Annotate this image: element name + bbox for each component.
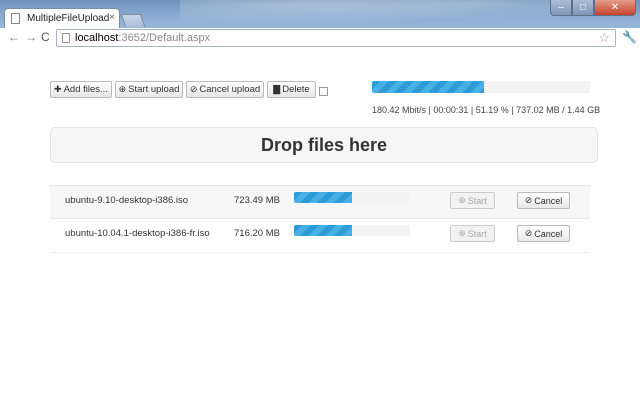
ban-icon: ⊘	[189, 84, 198, 94]
maximize-button[interactable]: □	[572, 0, 594, 16]
window-controls: – □ ✕	[550, 0, 636, 16]
ban-icon: ⊘	[524, 195, 533, 205]
file-start-button[interactable]: ⊕ Start	[450, 225, 495, 242]
browser-toolbar: ← → C localhost:3652/Default.aspx ☆ 🔧	[0, 28, 640, 49]
browser-chrome: MultipleFileUpload × – □ ✕ ← → C localho…	[0, 0, 640, 49]
file-progress-fill	[294, 192, 352, 203]
file-progress-bar	[294, 192, 410, 203]
url-text: localhost:3652/Default.aspx	[75, 32, 211, 44]
plus-icon: ✚	[54, 84, 62, 94]
wrench-icon[interactable]: 🔧	[622, 30, 637, 44]
bookmark-star-icon[interactable]: ☆	[598, 30, 610, 46]
upload-icon: ⊕	[458, 195, 466, 205]
add-files-button[interactable]: ✚ Add files...	[50, 81, 112, 98]
reload-icon[interactable]: C	[41, 30, 50, 44]
ban-icon: ⊘	[524, 228, 533, 238]
start-upload-button[interactable]: ⊕ Start upload	[115, 81, 183, 98]
address-bar[interactable]: localhost:3652/Default.aspx ☆	[56, 29, 616, 47]
file-start-button[interactable]: ⊕ Start	[450, 192, 495, 209]
drop-zone[interactable]: Drop files here	[50, 127, 598, 163]
tab-title: MultipleFileUpload	[27, 13, 110, 24]
delete-button[interactable]: ▇ Delete	[267, 81, 316, 98]
file-size: 716.20 MB	[234, 228, 280, 239]
select-all-checkbox[interactable]	[319, 87, 328, 96]
back-icon[interactable]: ←	[8, 30, 20, 44]
minimize-button[interactable]: –	[550, 0, 572, 16]
new-tab-button[interactable]	[120, 14, 146, 27]
forward-icon[interactable]: →	[25, 30, 37, 44]
file-name: ubuntu-10.04.1-desktop-i386-fr.iso	[65, 228, 210, 239]
file-progress-bar	[294, 225, 410, 236]
file-row: ubuntu-10.04.1-desktop-i386-fr.iso 716.2…	[50, 219, 590, 253]
file-name: ubuntu-9.10-desktop-i386.iso	[65, 195, 189, 206]
file-row: ubuntu-9.10-desktop-i386.iso 723.49 MB ⊕…	[50, 185, 590, 219]
file-size: 723.49 MB	[234, 195, 280, 206]
close-window-button[interactable]: ✕	[594, 0, 636, 16]
page-favicon-icon	[11, 13, 20, 24]
file-cancel-button[interactable]: ⊘ Cancel	[517, 192, 570, 209]
upload-icon: ⊕	[458, 228, 466, 238]
overall-progress-fill	[372, 81, 484, 93]
trash-icon: ▇	[273, 84, 281, 94]
cancel-upload-button[interactable]: ⊘ Cancel upload	[186, 81, 264, 98]
upload-stats: 180.42 Mbit/s | 00:00:31 | 51.19 % | 737…	[372, 105, 601, 115]
upload-icon: ⊕	[118, 84, 127, 94]
page-icon	[62, 33, 70, 43]
file-progress-fill	[294, 225, 352, 236]
tab-close-icon[interactable]: ×	[109, 12, 115, 23]
file-cancel-button[interactable]: ⊘ Cancel	[517, 225, 570, 242]
browser-tab[interactable]: MultipleFileUpload ×	[4, 8, 120, 28]
overall-progress-bar	[372, 81, 590, 93]
